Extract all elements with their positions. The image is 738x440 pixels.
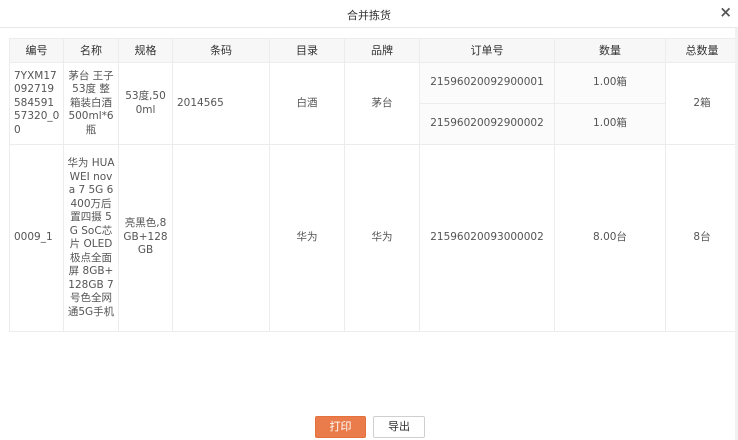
cell-total: 2箱 [665, 62, 738, 145]
cell-order-no: 21596020092900002 [419, 103, 555, 145]
picking-table: 编号 名称 规格 条码 目录 品牌 订单号 数量 总数量 7YXM1709271… [9, 38, 738, 332]
cell-brand: 茅台 [344, 62, 420, 145]
column-header-name: 名称 [63, 38, 119, 63]
dialog-title: 合并拣货 [347, 9, 391, 22]
cell-spec: 亮黑色,8GB+128GB [118, 144, 173, 332]
cell-total: 8台 [665, 144, 738, 332]
column-header-brand: 品牌 [344, 38, 420, 63]
cell-barcode: 2014565 [172, 62, 270, 145]
column-header-catalog: 目录 [269, 38, 345, 63]
cell-name: 华为 HUAWEI nova 7 5G 6400万后置四摄 5G SoC芯片 O… [63, 144, 119, 332]
dialog-footer: 打印 导出 [0, 416, 738, 440]
cell-name: 茅台 王子 53度 整箱装白酒 500ml*6瓶 [63, 62, 119, 145]
print-button[interactable]: 打印 [315, 416, 366, 438]
close-icon[interactable]: × [719, 3, 732, 21]
table-row: 7YXM1709271958459157320_00 茅台 王子 53度 整箱装… [9, 62, 738, 145]
merge-picking-dialog: 合并拣货 × 编号 名称 规格 条码 目录 品牌 订单号 数量 总数量 7YXM… [0, 0, 738, 440]
cell-order-no: 21596020092900001 [419, 62, 555, 104]
cell-brand: 华为 [344, 144, 420, 332]
cell-catalog: 华为 [269, 144, 345, 332]
table-row: 0009_1 华为 HUAWEI nova 7 5G 6400万后置四摄 5G … [9, 144, 738, 332]
cell-order-no: 21596020093000002 [419, 144, 555, 332]
column-header-qty: 数量 [554, 38, 666, 63]
column-header-spec: 规格 [118, 38, 173, 63]
cell-spec: 53度,500ml [118, 62, 173, 145]
column-header-barcode: 条码 [172, 38, 270, 63]
cell-qty: 1.00箱 [554, 62, 666, 104]
cell-qty: 8.00台 [554, 144, 666, 332]
cell-code: 0009_1 [9, 144, 64, 332]
table-header-row: 编号 名称 规格 条码 目录 品牌 订单号 数量 总数量 [9, 38, 738, 63]
dialog-titlebar: 合并拣货 × [0, 0, 738, 28]
cell-qty: 1.00箱 [554, 103, 666, 145]
cell-catalog: 白酒 [269, 62, 345, 145]
cell-barcode [172, 144, 270, 332]
column-header-code: 编号 [9, 38, 64, 63]
column-header-total: 总数量 [665, 38, 738, 63]
export-button[interactable]: 导出 [373, 416, 425, 438]
cell-code: 7YXM1709271958459157320_00 [9, 62, 64, 145]
column-header-order-no: 订单号 [419, 38, 555, 63]
